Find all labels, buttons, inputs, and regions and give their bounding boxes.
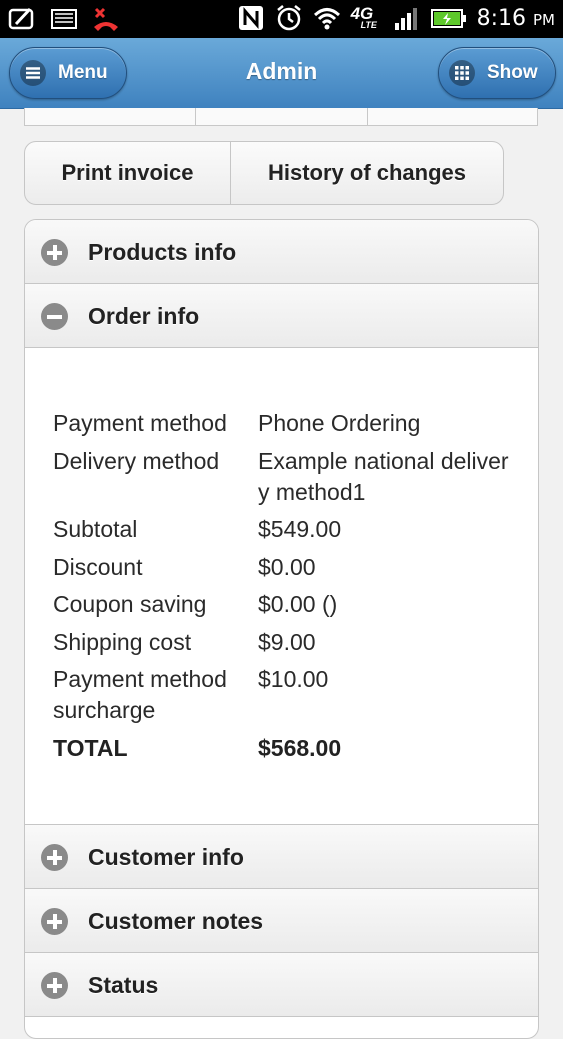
accordion-order-info[interactable]: Order info [25, 284, 538, 348]
order-row-label: Delivery method [53, 447, 220, 474]
order-row-value: Phone Ordering [258, 410, 421, 436]
accordion-label: Customer info [88, 844, 244, 870]
clock: 8:16 PM [477, 6, 555, 31]
accordion-customer-notes[interactable]: Customer notes [25, 889, 538, 953]
expand-plus-icon [41, 972, 68, 999]
table-divider [367, 108, 368, 125]
image-icon [51, 9, 77, 29]
order-accordion: Products info Order info Payment method … [24, 219, 539, 1039]
accordion-customer-info[interactable]: Customer info [25, 825, 538, 889]
show-button[interactable]: Show [438, 47, 556, 99]
accordion-label: Customer notes [88, 908, 264, 934]
order-info-table: Payment method Phone Ordering Delivery m… [53, 408, 513, 770]
nfc-icon [238, 6, 263, 30]
network-type-sublabel: LTE [360, 20, 377, 30]
order-row-value: $10.00 [258, 666, 329, 692]
order-row: Payment method Phone Ordering [53, 408, 513, 439]
collapse-minus-icon [41, 303, 68, 330]
order-row: Payment method surcharge $10.00 [53, 664, 513, 726]
clock-ampm: PM [533, 10, 555, 29]
order-row: Discount $0.00 [53, 552, 513, 583]
order-row: Delivery method Example national deliver… [53, 446, 513, 508]
table-divider [195, 108, 196, 125]
clock-time: 8:16 [476, 5, 526, 31]
grid-icon [449, 60, 475, 86]
accordion-label: Products info [88, 239, 237, 265]
order-row-label: Coupon saving [53, 591, 207, 617]
alarm-icon [276, 5, 301, 31]
wifi-icon [313, 8, 340, 30]
accordion-status[interactable]: Status [25, 953, 538, 1017]
expand-plus-icon [41, 844, 68, 871]
show-button-label: Show [487, 62, 538, 83]
accordion-label: Order info [88, 303, 200, 329]
order-total-row: TOTAL $568.00 [53, 733, 513, 764]
order-row-label: Subtotal [53, 516, 138, 542]
battery-icon [430, 9, 466, 28]
history-of-changes-button[interactable]: History of changes [231, 142, 503, 204]
order-row-label: Discount [53, 553, 143, 580]
status-bar: 4G LTE 8:16 PM [0, 0, 563, 38]
expand-plus-icon [41, 239, 68, 266]
order-row-value: $9.00 [258, 628, 316, 655]
order-row-label: Payment method [53, 410, 227, 436]
signal-icon [394, 8, 417, 30]
order-total-value: $568.00 [258, 734, 342, 761]
order-row-value: Example national delivery method1 [258, 447, 509, 505]
order-row: Subtotal $549.00 [53, 514, 513, 545]
order-row-value: $0.00 [258, 553, 316, 580]
scrolled-table-fragment [24, 108, 538, 126]
app-header: Menu Admin Show [0, 38, 563, 109]
accordion-label: Status [88, 972, 159, 998]
edit-note-icon [8, 7, 34, 30]
order-row-label: Payment method surcharge [53, 666, 227, 723]
order-total-label: TOTAL [53, 734, 128, 761]
order-row-value: $0.00 () [258, 591, 338, 617]
missed-call-icon [94, 7, 118, 31]
print-invoice-button[interactable]: Print invoice [25, 142, 231, 204]
order-row-label: Shipping cost [53, 628, 192, 655]
order-actions: Print invoice History of changes [24, 141, 504, 205]
order-info-panel: Payment method Phone Ordering Delivery m… [25, 348, 538, 825]
order-row-value: $549.00 [258, 516, 342, 542]
network-type-indicator: 4G LTE [351, 4, 383, 32]
expand-plus-icon [41, 908, 68, 935]
order-row: Shipping cost $9.00 [53, 627, 513, 658]
accordion-products-info[interactable]: Products info [25, 220, 538, 284]
order-row: Coupon saving $0.00 () [53, 589, 513, 620]
